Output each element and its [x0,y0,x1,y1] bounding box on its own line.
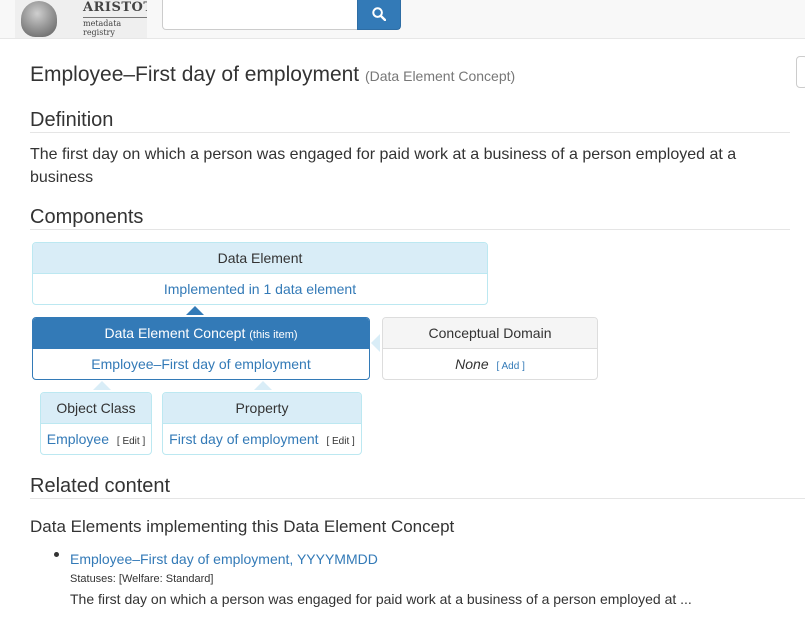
property-header: Property [163,393,361,424]
edit-object-class-link[interactable]: [ Edit ] [117,436,145,447]
related-data-elements-list: Employee–First day of employment, YYYYMM… [54,549,770,609]
dec-panel-header: Data Element Concept (this item) [33,318,369,349]
logo-brand-text: ARISTOTLE [83,0,147,15]
logo-subtitle-text: metadata registry [83,17,147,37]
aristotle-bust-icon [21,1,57,37]
object-class-link[interactable]: Employee [47,431,109,447]
top-navbar: ARISTOTLE metadata registry [0,0,805,39]
dec-panel: Data Element Concept (this item) Employe… [32,317,370,380]
item-type-label: (Data Element Concept) [364,68,516,84]
conceptual-domain-value: None [455,356,489,372]
arrow-left-icon [371,334,380,352]
related-content-heading: Related content [30,475,171,497]
related-summary: The first day on which a person was enga… [70,591,692,607]
implementing-elements-heading: Data Elements implementing this Data Ele… [30,517,455,536]
page-title: Employee–First day of employment (Data E… [30,63,515,87]
property-link[interactable]: First day of employment [169,431,318,447]
bullet-icon [54,552,59,557]
search-icon [372,7,386,21]
dec-link[interactable]: Employee–First day of employment [91,356,310,372]
arrow-up-icon [254,381,272,390]
definition-text: The first day on which a person was enga… [30,146,737,186]
related-statuses: Statuses: [Welfare: Standard] [70,573,214,585]
edit-property-link[interactable]: [ Edit ] [326,436,354,447]
conceptual-domain-panel: Conceptual Domain None [ Add ] [382,317,598,380]
data-element-panel: Data Element Implemented in 1 data eleme… [32,242,488,305]
action-menu-stub[interactable] [796,56,805,88]
search-input[interactable] [162,0,358,30]
arrow-up-icon [93,381,111,390]
related-divider [30,498,805,499]
page-title-text: Employee–First day of employment [30,63,360,86]
arrow-up-icon [186,306,204,315]
data-element-panel-header: Data Element [33,243,487,274]
list-item: Employee–First day of employment, YYYYMM… [54,549,770,609]
aristotle-logo[interactable]: ARISTOTLE metadata registry [15,0,147,38]
related-data-element-link[interactable]: Employee–First day of employment, YYYYMM… [70,551,378,567]
components-divider [30,229,790,230]
object-class-header: Object Class [41,393,151,424]
components-heading: Components [30,206,144,228]
property-panel: Property First day of employment [ Edit … [162,392,362,455]
this-item-note: (this item) [249,329,298,341]
definition-divider [30,132,790,133]
dec-panel-title: Data Element Concept [104,325,246,341]
implemented-data-elements-link[interactable]: Implemented in 1 data element [164,281,356,297]
object-class-panel: Object Class Employee [ Edit ] [40,392,152,455]
definition-heading: Definition [30,109,114,131]
conceptual-domain-header: Conceptual Domain [383,318,597,349]
search-button[interactable] [357,0,401,30]
add-conceptual-domain-link[interactable]: [ Add ] [497,361,525,372]
